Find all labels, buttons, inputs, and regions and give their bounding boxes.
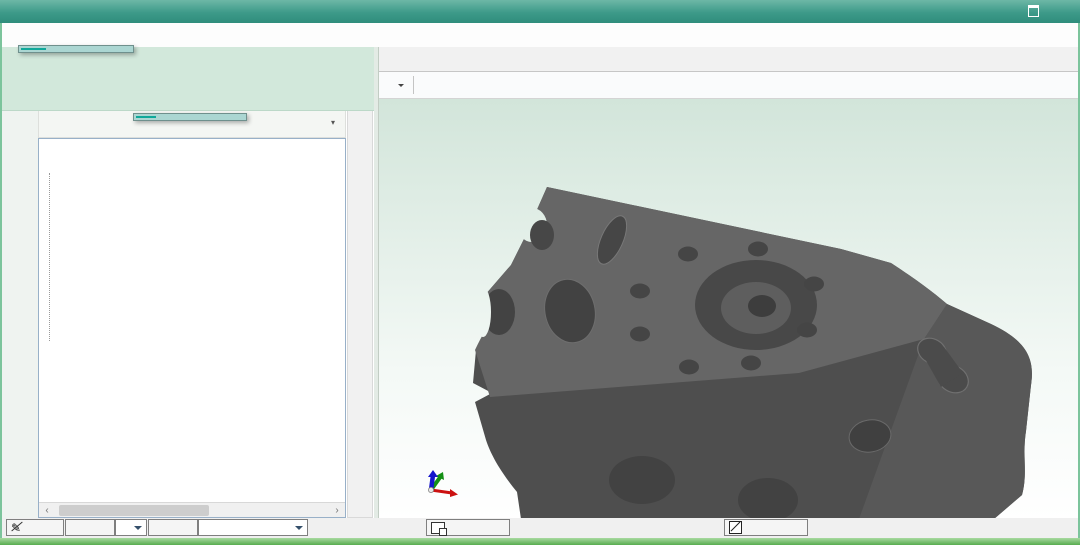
- status-bar: ✎: [2, 518, 1078, 538]
- circle-pick-dropdown[interactable]: [395, 82, 404, 88]
- scroll-right-icon[interactable]: ›: [329, 505, 345, 516]
- import-cad-submenu: [133, 113, 247, 121]
- scrollbar-thumb[interactable]: [59, 505, 209, 516]
- menu-bar: [2, 23, 1078, 47]
- operation-mode-label: [65, 519, 115, 536]
- view-tab-bar: [379, 47, 1078, 72]
- view-panel: [378, 47, 1078, 518]
- active-probe-dropdown[interactable]: [198, 519, 308, 536]
- window-border-left: [0, 23, 2, 545]
- chevron-down-icon: [295, 526, 303, 534]
- safety-plane-status[interactable]: [724, 519, 808, 536]
- window-border-bottom: [0, 538, 1080, 545]
- offline-status: ✎: [6, 519, 64, 536]
- active-probe-label: [148, 519, 198, 536]
- chevron-down-icon: [134, 526, 142, 534]
- cad-model-canvas[interactable]: [379, 99, 1078, 519]
- scroll-left-icon[interactable]: ‹: [39, 505, 55, 516]
- tree-horizontal-scrollbar[interactable]: ‹ ›: [39, 502, 345, 517]
- restore-icon: [1028, 5, 1039, 17]
- side-tab-strip: [2, 110, 38, 518]
- measure-tree: [39, 139, 345, 170]
- title-bar[interactable]: [0, 0, 1080, 23]
- gauge-check-button[interactable]: [158, 52, 214, 105]
- self-learn-icon: [431, 522, 445, 534]
- self-learn-status[interactable]: [426, 519, 510, 536]
- toolbar-overflow-icon[interactable]: ▾: [331, 118, 335, 127]
- safety-plane-off-icon: [729, 521, 742, 534]
- toolbar-separator: [413, 76, 414, 94]
- solution-menu: [18, 45, 134, 53]
- gdt-toolbar: [347, 110, 373, 518]
- restore-button[interactable]: [1026, 5, 1040, 19]
- menu-accent-strip: [21, 48, 46, 50]
- menu-accent-strip: [136, 116, 156, 118]
- viewport-toolbar: [379, 72, 1078, 99]
- operation-mode-dropdown[interactable]: [115, 519, 147, 536]
- measure-program-tree-panel: ‹ ›: [38, 138, 346, 518]
- tree-connector-line: [49, 173, 50, 341]
- app-window: ▾ ‹ ›: [0, 0, 1080, 545]
- offline-pen-icon: ✎: [11, 521, 21, 535]
- viewport-3d[interactable]: [379, 99, 1078, 519]
